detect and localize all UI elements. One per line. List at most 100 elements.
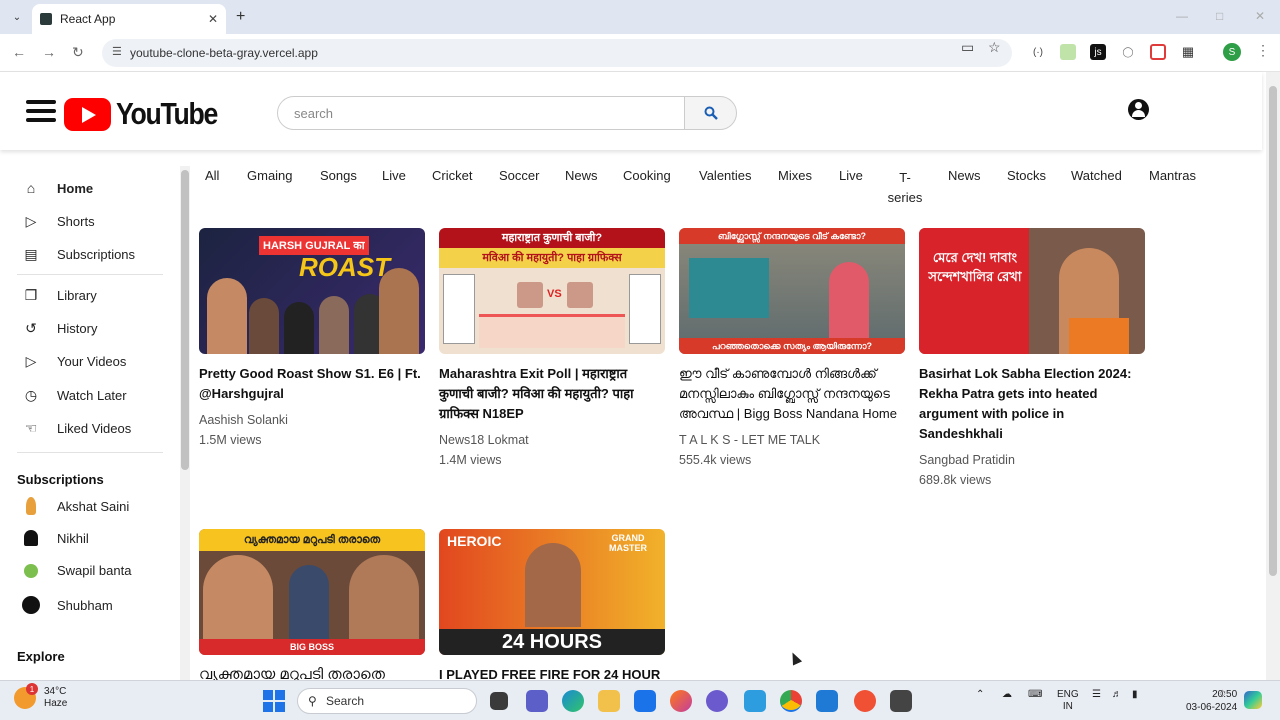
- extension-icon[interactable]: [1150, 44, 1166, 60]
- maximize-icon[interactable]: □: [1216, 9, 1223, 23]
- notification-bell-icon[interactable]: ♢: [1218, 689, 1227, 700]
- video-thumbnail[interactable]: महाराष्ट्रात कुणाची बाजी? मविआ की महायुत…: [439, 228, 665, 354]
- chip-songs[interactable]: Songs: [320, 168, 357, 183]
- chip-live[interactable]: Live: [382, 168, 406, 183]
- sidebar-scrollbar[interactable]: [180, 166, 190, 680]
- subscription-item[interactable]: Nikhil: [22, 530, 89, 546]
- chip-valenties[interactable]: Valenties: [699, 168, 752, 183]
- video-thumbnail[interactable]: মেরে দেখ! দাবাং সন্দেশখালির রেখা: [919, 228, 1145, 354]
- taskbar-search[interactable]: ⚲ Search: [297, 688, 477, 714]
- video-card[interactable]: HEROIC GRAND MASTER 24 HOURS I PLAYED FRE…: [439, 529, 665, 705]
- chip-t-series[interactable]: T-series: [887, 168, 923, 208]
- sidebar-item-shorts[interactable]: ▷ Shorts: [22, 209, 95, 233]
- vscode-icon[interactable]: [816, 690, 838, 712]
- tab-list-chevron-icon[interactable]: ⌄: [8, 8, 26, 26]
- wifi-icon[interactable]: ☰: [1092, 689, 1101, 700]
- shield-extension-icon[interactable]: ◯: [1120, 44, 1136, 60]
- chip-cooking[interactable]: Cooking: [623, 168, 671, 183]
- minimize-icon[interactable]: —: [1176, 9, 1188, 23]
- video-thumbnail[interactable]: HARSH GUJRAL का ROAST: [199, 228, 425, 354]
- video-thumbnail[interactable]: HEROIC GRAND MASTER 24 HOURS: [439, 529, 665, 655]
- screen-recorder-icon[interactable]: [890, 690, 912, 712]
- chip-soccer[interactable]: Soccer: [499, 168, 539, 183]
- sidebar-item-history[interactable]: ↺ History: [22, 316, 97, 340]
- windows-start-icon[interactable]: [263, 690, 285, 712]
- bookmark-star-icon[interactable]: ☆: [988, 39, 1001, 56]
- video-title[interactable]: Basirhat Lok Sabha Election 2024: Rekha …: [919, 364, 1145, 444]
- copilot-icon[interactable]: [1244, 691, 1262, 709]
- video-thumbnail[interactable]: വ്യക്തമായ മറുപടി തരാതെ BIG BOSS: [199, 529, 425, 655]
- teams-icon[interactable]: [526, 690, 548, 712]
- browser-tab[interactable]: React App ✕: [32, 4, 226, 34]
- address-bar[interactable]: ☰ youtube-clone-beta-gray.vercel.app: [102, 39, 1012, 67]
- chip-mixes[interactable]: Mixes: [778, 168, 812, 183]
- reload-icon[interactable]: ↻: [72, 44, 84, 61]
- video-card[interactable]: মেরে দেখ! দাবাং সন্দেশখালির রেখা Basirha…: [919, 228, 1145, 490]
- chip-news[interactable]: News: [948, 168, 981, 183]
- video-card[interactable]: വ്യക്തമായ മറുപടി തരാതെ BIG BOSS വ്യക്തമാ…: [199, 529, 425, 685]
- video-card[interactable]: ബിഗ്ബോസ്സ് നന്ദനയുടെ വീട് കണ്ടോ? പറഞ്ഞതൊ…: [679, 228, 905, 470]
- chip-stocks[interactable]: Stocks: [1007, 168, 1046, 183]
- sidebar-scrollbar-thumb[interactable]: [181, 170, 189, 470]
- chip-watched[interactable]: Watched: [1071, 168, 1122, 183]
- sidebar-item-watch-later[interactable]: ◷ Watch Later: [22, 383, 127, 407]
- task-view-icon[interactable]: [490, 692, 508, 710]
- search-input[interactable]: search: [277, 96, 685, 130]
- extension-icon[interactable]: (·): [1030, 44, 1046, 60]
- channel-name[interactable]: T A L K S - LET ME TALK: [679, 430, 905, 450]
- close-window-icon[interactable]: ✕: [1255, 9, 1265, 23]
- file-explorer-icon[interactable]: [598, 690, 620, 712]
- new-tab-plus-icon[interactable]: +: [236, 8, 245, 26]
- sidebar-item-liked-videos[interactable]: ☜ Liked Videos: [22, 416, 132, 440]
- puzzle-extensions-icon[interactable]: ▦: [1180, 44, 1196, 60]
- sidebar-item-your-videos[interactable]: ▷ Your Videos: [22, 349, 127, 373]
- chip-gmaing[interactable]: Gmaing: [247, 168, 293, 183]
- site-settings-icon[interactable]: ☰: [112, 45, 122, 58]
- app-icon[interactable]: [854, 690, 876, 712]
- app-icon[interactable]: [706, 690, 728, 712]
- video-title[interactable]: ഈ വീട് കാണുമ്പോൾ നിങ്ങൾക്ക് മനസ്സിലാകും …: [679, 364, 905, 424]
- browser-menu-icon[interactable]: ⋮: [1256, 42, 1270, 59]
- edge-icon[interactable]: [562, 690, 584, 712]
- sidebar-item-library[interactable]: ❐ Library: [22, 283, 97, 307]
- profile-avatar[interactable]: S: [1223, 43, 1241, 61]
- page-scrollbar-thumb[interactable]: [1269, 86, 1277, 576]
- channel-name[interactable]: News18 Lokmat: [439, 430, 665, 450]
- tray-icon[interactable]: ☁: [1002, 689, 1012, 700]
- video-thumbnail[interactable]: ബിഗ്ബോസ്സ് നന്ദനയുടെ വീട് കണ്ടോ? പറഞ്ഞതൊ…: [679, 228, 905, 354]
- subscription-item[interactable]: Akshat Saini: [22, 497, 129, 515]
- chip-news[interactable]: News: [565, 168, 598, 183]
- firefox-icon[interactable]: [670, 690, 692, 712]
- mail-icon[interactable]: [634, 690, 656, 712]
- back-arrow-icon[interactable]: ←: [12, 44, 26, 60]
- chip-cricket[interactable]: Cricket: [432, 168, 472, 183]
- install-app-icon[interactable]: ▭: [961, 39, 974, 56]
- video-title[interactable]: Maharashtra Exit Poll | महाराष्ट्रात कुण…: [439, 364, 665, 424]
- chip-all[interactable]: All: [205, 168, 219, 183]
- video-card[interactable]: HARSH GUJRAL का ROAST Pretty Good Roast …: [199, 228, 425, 450]
- chip-mantras[interactable]: Mantras: [1149, 168, 1196, 183]
- hamburger-menu-icon[interactable]: [26, 100, 56, 122]
- forward-arrow-icon[interactable]: →: [42, 44, 56, 60]
- extension-icon[interactable]: [1060, 44, 1076, 60]
- clock[interactable]: 20:50 03-06-2024: [1186, 688, 1237, 714]
- weather-widget[interactable]: 1 34°C Haze: [14, 683, 67, 710]
- tray-chevron-icon[interactable]: ⌃: [976, 689, 984, 700]
- extension-icon[interactable]: js: [1090, 44, 1106, 60]
- keyboard-icon[interactable]: ⌨: [1028, 689, 1042, 700]
- youtube-logo[interactable]: YouTube: [64, 96, 234, 132]
- video-card[interactable]: महाराष्ट्रात कुणाची बाजी? मविआ की महायुत…: [439, 228, 665, 470]
- chrome-icon[interactable]: [780, 690, 802, 712]
- battery-icon[interactable]: ▮: [1132, 689, 1138, 700]
- channel-name[interactable]: Aashish Solanki: [199, 410, 425, 430]
- subscription-item[interactable]: Shubham: [22, 596, 113, 614]
- channel-name[interactable]: Sangbad Pratidin: [919, 450, 1145, 470]
- user-circle-icon[interactable]: [1128, 99, 1149, 120]
- search-button[interactable]: [684, 96, 737, 130]
- sidebar-item-subscriptions[interactable]: ▤ Subscriptions: [22, 242, 135, 266]
- app-icon[interactable]: [744, 690, 766, 712]
- chip-live[interactable]: Live: [839, 168, 863, 183]
- page-scrollbar[interactable]: [1266, 72, 1280, 680]
- tab-close-icon[interactable]: ✕: [208, 12, 218, 26]
- subscription-item[interactable]: Swapil banta: [22, 563, 131, 578]
